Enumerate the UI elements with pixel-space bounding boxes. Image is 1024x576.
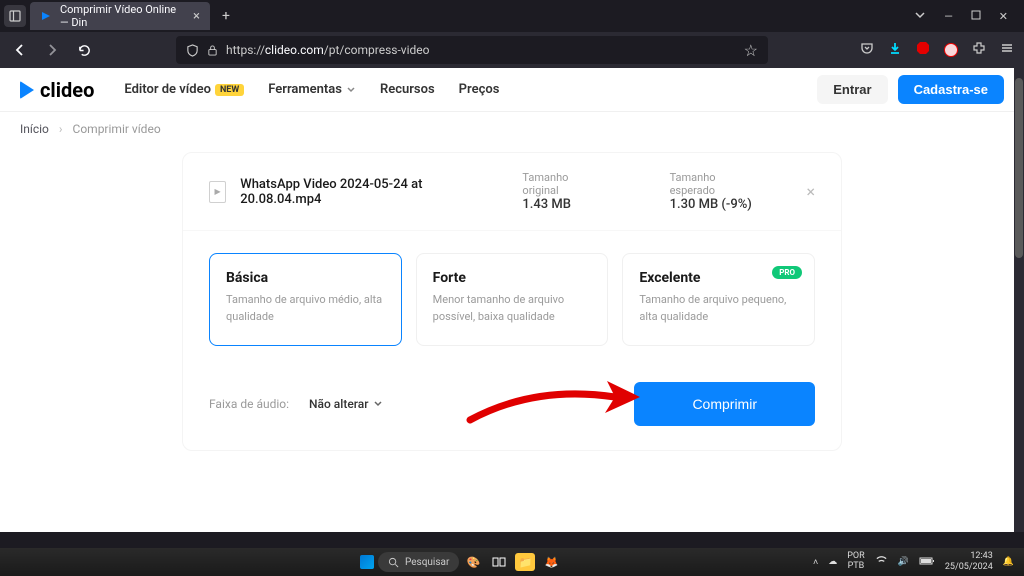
taskbar-explorer-icon[interactable]: 📁: [515, 553, 535, 571]
tray-onedrive-icon[interactable]: ☁: [828, 557, 837, 567]
reload-icon[interactable]: [74, 43, 94, 58]
forward-icon: [42, 42, 62, 58]
start-button[interactable]: [360, 555, 374, 569]
tray-battery-icon[interactable]: [919, 556, 935, 569]
file-row: ▶ WhatsApp Video 2024-05-24 at 20.08.04.…: [183, 153, 841, 231]
chevron-down-icon: [373, 399, 383, 409]
option-excellent[interactable]: PRO Excelente Tamanho de arquivo pequeno…: [622, 253, 815, 346]
remove-file-button[interactable]: ×: [806, 182, 815, 201]
address-bar[interactable]: https://clideo.com/pt/compress-video ☆: [176, 36, 768, 64]
original-label: Tamanho original: [522, 171, 603, 197]
bottom-row: Faixa de áudio: Não alterar Comprimir: [183, 354, 841, 426]
audio-label: Faixa de áudio:: [209, 397, 289, 411]
chevron-right-icon: ›: [59, 122, 63, 136]
minimize-icon[interactable]: —: [944, 10, 953, 23]
option-strong[interactable]: Forte Menor tamanho de arquivo possível,…: [416, 253, 609, 346]
chevron-down-icon[interactable]: [914, 9, 926, 24]
nav-pricing[interactable]: Preços: [459, 82, 500, 97]
close-window-icon[interactable]: ✕: [999, 10, 1008, 23]
taskbar-firefox-icon[interactable]: 🦊: [541, 553, 561, 571]
login-button[interactable]: Entrar: [817, 75, 887, 104]
back-icon[interactable]: [10, 42, 30, 58]
tray-chevron-icon[interactable]: ˄: [813, 557, 818, 568]
chevron-down-icon: [346, 85, 356, 95]
compression-options: Básica Tamanho de arquivo médio, alta qu…: [183, 231, 841, 354]
tray-volume-icon[interactable]: 🔊: [898, 557, 909, 567]
taskbar: Pesquisar 🎨 📁 🦊 ˄ ☁ PORPTB 🔊 12:43 25/05…: [0, 548, 1024, 576]
new-tab-button[interactable]: +: [214, 8, 238, 24]
browser-tab-strip: Comprimir Vídeo Online — Din × + — ✕: [0, 0, 1024, 32]
play-icon: [20, 81, 34, 99]
brand-text: clideo: [40, 78, 94, 102]
logo[interactable]: clideo: [20, 78, 94, 102]
page-content: clideo Editor de vídeo NEW Ferramentas R…: [0, 68, 1024, 532]
breadcrumb-current: Comprimir vídeo: [73, 122, 161, 136]
search-icon: [388, 557, 399, 568]
downloads-icon[interactable]: [888, 41, 902, 59]
file-icon: ▶: [209, 181, 226, 203]
breadcrumb: Início › Comprimir vídeo: [0, 112, 1024, 146]
shield-icon[interactable]: [186, 44, 199, 57]
expected-size: 1.30 MB (-9%): [670, 197, 760, 212]
compress-card: ▶ WhatsApp Video 2024-05-24 at 20.08.04.…: [182, 152, 842, 451]
nav-resources[interactable]: Recursos: [380, 82, 435, 97]
taskbar-taskview-icon[interactable]: [489, 553, 509, 571]
taskbar-clock[interactable]: 12:43 25/05/2024: [945, 551, 993, 573]
lock-icon[interactable]: [207, 45, 218, 56]
noscript-icon[interactable]: [944, 43, 958, 57]
breadcrumb-home[interactable]: Início: [20, 122, 49, 136]
url-text: https://clideo.com/pt/compress-video: [226, 43, 429, 57]
language-indicator[interactable]: PORPTB: [847, 552, 864, 572]
scrollbar[interactable]: [1014, 68, 1024, 532]
taskbar-search[interactable]: Pesquisar: [378, 552, 459, 572]
tray-notification-icon[interactable]: 🔔: [1003, 557, 1014, 567]
adblock-icon[interactable]: [916, 41, 930, 59]
sidebar-toggle-icon[interactable]: [4, 5, 26, 27]
signup-button[interactable]: Cadastra-se: [898, 75, 1004, 104]
tray-wifi-icon[interactable]: [875, 554, 888, 570]
extensions-icon[interactable]: [972, 41, 986, 59]
browser-toolbar: https://clideo.com/pt/compress-video ☆: [0, 32, 1024, 68]
browser-tab[interactable]: Comprimir Vídeo Online — Din ×: [30, 2, 210, 30]
original-size: 1.43 MB: [522, 197, 603, 212]
top-nav: clideo Editor de vídeo NEW Ferramentas R…: [0, 68, 1024, 112]
nav-tools[interactable]: Ferramentas: [268, 82, 356, 97]
nav-editor[interactable]: Editor de vídeo NEW: [124, 82, 244, 97]
file-name: WhatsApp Video 2024-05-24 at 20.08.04.mp…: [240, 177, 494, 207]
pro-badge: PRO: [772, 266, 802, 279]
taskbar-copilot-icon[interactable]: 🎨: [463, 553, 483, 571]
option-basic[interactable]: Básica Tamanho de arquivo médio, alta qu…: [209, 253, 402, 346]
compress-button[interactable]: Comprimir: [634, 382, 815, 426]
close-icon[interactable]: ×: [193, 9, 200, 24]
audio-select[interactable]: Não alterar: [309, 397, 382, 411]
tab-title: Comprimir Vídeo Online — Din: [60, 3, 185, 29]
expected-label: Tamanho esperado: [670, 171, 760, 197]
pocket-icon[interactable]: [860, 41, 874, 59]
bookmark-icon[interactable]: ☆: [744, 41, 758, 60]
tab-favicon: [40, 10, 52, 22]
new-badge: NEW: [215, 84, 244, 96]
menu-icon[interactable]: [1000, 41, 1014, 59]
maximize-icon[interactable]: [971, 10, 981, 23]
